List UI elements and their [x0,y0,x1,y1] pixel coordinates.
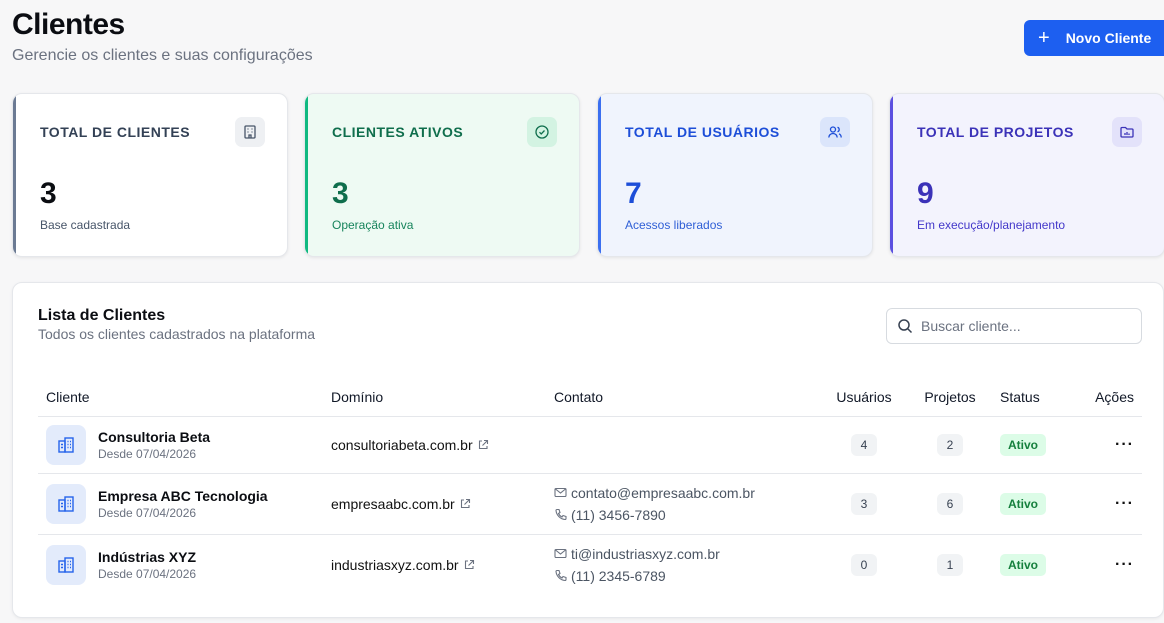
external-link-icon [464,559,474,569]
stat-label: CLIENTES ATIVOS [332,124,464,140]
users-count: 0 [851,553,877,576]
phone-icon [555,570,567,582]
clients-table: Cliente Domínio Contato Usuários Projeto… [38,378,1142,595]
new-client-button[interactable]: + Novo Cliente [1024,20,1164,56]
stat-description: Acessos liberados [625,218,723,232]
mail-icon [554,549,567,559]
more-actions-icon[interactable]: ··· [1115,436,1134,453]
phone-icon [555,508,567,521]
phone-text: (11) 2345-6789 [571,567,666,584]
client-since: Desde 07/04/2026 [98,505,197,520]
table-row[interactable]: Indústrias XYZ Desde 07/04/2026 industri… [38,534,1142,595]
table-header-row: Cliente Domínio Contato Usuários Projeto… [38,378,1142,417]
external-link-icon [478,439,488,449]
stat-description: Base cadastrada [40,218,131,232]
external-link-icon [460,498,470,508]
domain-link[interactable]: consultoriabeta.com.br [331,437,554,453]
client-since: Desde 07/04/2026 [98,566,197,581]
search-icon [898,319,913,334]
table-row[interactable]: Consultoria Beta Desde 07/04/2026 consul… [38,416,1142,474]
contact-cell-empty [554,416,828,474]
stat-label: TOTAL DE PROJETOS [917,124,1074,140]
stat-label: TOTAL DE USUÁRIOS [625,124,780,140]
column-header-projetos[interactable]: Projetos [900,378,1000,417]
client-name: Empresa ABC Tecnologia [98,487,268,504]
plus-icon: + [1038,27,1050,49]
building-icon [235,117,265,147]
domain-text: consultoriabeta.com.br [331,436,473,453]
page-title: Clientes [12,8,125,41]
folder-chart-icon [1112,117,1142,147]
stat-value: 9 [917,177,934,210]
panel-subtitle: Todos os clientes cadastrados na platafo… [38,326,316,342]
stat-card-active-clients: CLIENTES ATIVOS 3 Operação ativa [304,93,580,257]
stat-value: 3 [40,177,57,210]
projects-count: 2 [937,433,963,456]
stat-card-total-projects: TOTAL DE PROJETOS 9 Em execução/planejam… [889,93,1164,257]
column-header-usuarios[interactable]: Usuários [828,378,900,417]
contact-email: contato@empresaabc.com.br [554,485,828,501]
stat-description: Em execução/planejamento [917,218,1066,232]
new-client-button-label: Novo Cliente [1065,30,1152,46]
domain-link[interactable]: empresaabc.com.br [331,496,554,512]
contact-phone: (11) 3456-7890 [554,507,828,523]
stat-label: TOTAL DE CLIENTES [40,124,191,140]
projects-count: 1 [937,553,963,576]
contact-email: ti@industriasxyz.com.br [554,546,828,562]
building-icon [46,483,86,524]
column-header-contato[interactable]: Contato [554,378,828,417]
status-badge: Ativo [1000,433,1046,456]
projects-count: 6 [937,492,963,515]
search-input[interactable] [921,318,1121,334]
stat-value: 7 [625,177,642,210]
status-badge: Ativo [1000,553,1046,576]
panel-title: Lista de Clientes [38,307,166,324]
client-name: Indústrias XYZ [98,548,197,565]
domain-text: industriasxyz.com.br [331,556,459,573]
more-actions-icon[interactable]: ··· [1115,495,1134,512]
email-text: ti@industriasxyz.com.br [571,545,720,562]
domain-text: empresaabc.com.br [331,495,455,512]
stat-card-total-users: TOTAL DE USUÁRIOS 7 Acessos liberados [597,93,873,257]
search-box[interactable] [886,308,1142,344]
users-count: 4 [851,433,877,456]
column-header-status[interactable]: Status [1000,378,1076,417]
status-badge: Ativo [1000,492,1046,515]
building-icon [46,544,86,585]
more-actions-icon[interactable]: ··· [1115,556,1134,573]
stat-value: 3 [332,177,349,210]
page-subtitle: Gerencie os clientes e suas configuraçõe… [12,47,313,64]
check-circle-icon [527,117,557,147]
client-since: Desde 07/04/2026 [98,446,197,461]
users-icon [820,117,850,147]
table-row[interactable]: Empresa ABC Tecnologia Desde 07/04/2026 … [38,473,1142,535]
stat-card-total-clients: TOTAL DE CLIENTES 3 Base cadastrada [12,93,288,257]
mail-icon [554,487,567,498]
column-header-dominio[interactable]: Domínio [331,378,554,417]
domain-link[interactable]: industriasxyz.com.br [331,557,554,573]
phone-text: (11) 3456-7890 [571,506,666,523]
client-list-panel: Lista de Clientes Todos os clientes cada… [12,282,1164,618]
email-text: contato@empresaabc.com.br [571,484,755,501]
users-count: 3 [851,492,877,515]
building-icon [46,424,86,465]
client-name: Consultoria Beta [98,428,211,445]
contact-phone: (11) 2345-6789 [554,568,828,584]
column-header-acoes: Ações [1076,378,1142,417]
stat-description: Operação ativa [332,218,414,232]
column-header-cliente[interactable]: Cliente [38,378,331,417]
